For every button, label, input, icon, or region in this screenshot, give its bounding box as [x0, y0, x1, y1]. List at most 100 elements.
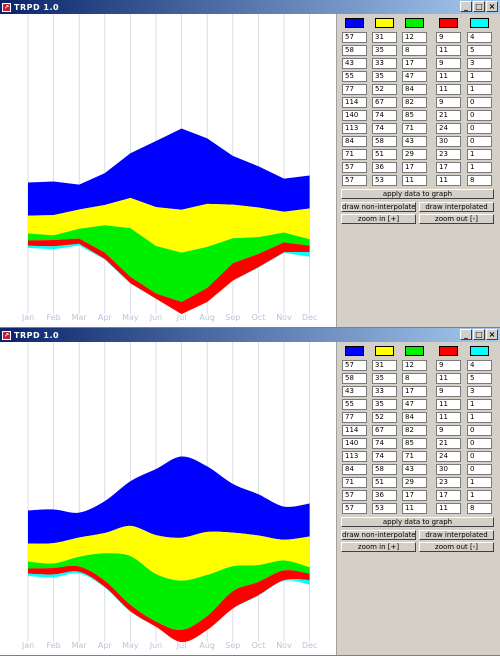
data-input-cell[interactable]: 0 [467, 425, 492, 436]
data-input-cell[interactable]: 35 [372, 399, 397, 410]
data-input-cell[interactable]: 0 [467, 110, 492, 121]
draw-interpolated-button[interactable]: draw interpolated [419, 202, 494, 212]
series-color-swatch[interactable] [345, 346, 364, 356]
data-input-cell[interactable]: 84 [402, 84, 427, 95]
apply-data-button[interactable]: apply data to graph [341, 517, 494, 527]
data-input-cell[interactable]: 9 [436, 58, 461, 69]
data-input-cell[interactable]: 31 [372, 360, 397, 371]
data-input-cell[interactable]: 36 [372, 162, 397, 173]
minimize-icon[interactable]: _ [460, 329, 472, 340]
data-input-cell[interactable]: 30 [436, 464, 461, 475]
data-input-cell[interactable]: 1 [467, 477, 492, 488]
title-bar[interactable]: ↗ TRPD 1.0 _ □ × [0, 328, 500, 342]
data-input-cell[interactable]: 51 [372, 149, 397, 160]
data-input-cell[interactable]: 24 [436, 451, 461, 462]
maximize-icon[interactable]: □ [473, 329, 485, 340]
data-input-cell[interactable]: 35 [372, 71, 397, 82]
data-input-cell[interactable]: 21 [436, 110, 461, 121]
data-input-cell[interactable]: 8 [402, 45, 427, 56]
data-input-cell[interactable]: 11 [436, 503, 461, 514]
data-input-cell[interactable]: 8 [467, 175, 492, 186]
data-input-cell[interactable]: 17 [402, 58, 427, 69]
data-input-cell[interactable]: 67 [372, 425, 397, 436]
series-color-swatch[interactable] [375, 346, 394, 356]
data-input-cell[interactable]: 23 [436, 477, 461, 488]
data-input-cell[interactable]: 71 [342, 477, 367, 488]
data-input-cell[interactable]: 17 [436, 162, 461, 173]
data-input-cell[interactable]: 4 [467, 360, 492, 371]
data-input-cell[interactable]: 36 [372, 490, 397, 501]
data-input-cell[interactable]: 11 [436, 71, 461, 82]
data-input-cell[interactable]: 43 [402, 136, 427, 147]
data-input-cell[interactable]: 43 [342, 386, 367, 397]
data-input-cell[interactable]: 51 [372, 477, 397, 488]
data-input-cell[interactable]: 67 [372, 97, 397, 108]
series-color-swatch[interactable] [439, 18, 458, 28]
data-input-cell[interactable]: 52 [372, 412, 397, 423]
series-color-swatch[interactable] [345, 18, 364, 28]
minimize-icon[interactable]: _ [460, 1, 472, 12]
data-input-cell[interactable]: 53 [372, 175, 397, 186]
data-input-cell[interactable]: 17 [402, 386, 427, 397]
data-input-cell[interactable]: 17 [436, 490, 461, 501]
data-input-cell[interactable]: 35 [372, 45, 397, 56]
apply-data-button[interactable]: apply data to graph [341, 189, 494, 199]
data-input-cell[interactable]: 33 [372, 386, 397, 397]
data-input-cell[interactable]: 11 [402, 503, 427, 514]
data-input-cell[interactable]: 1 [467, 71, 492, 82]
data-input-cell[interactable]: 0 [467, 136, 492, 147]
data-input-cell[interactable]: 33 [372, 58, 397, 69]
data-input-cell[interactable]: 11 [436, 45, 461, 56]
data-input-cell[interactable]: 58 [342, 45, 367, 56]
data-input-cell[interactable]: 74 [372, 123, 397, 134]
data-input-cell[interactable]: 17 [402, 162, 427, 173]
zoom-in-button[interactable]: zoom in [+] [341, 214, 416, 224]
draw-non-interpolated-button[interactable]: draw non-interpolated [341, 530, 416, 540]
maximize-icon[interactable]: □ [473, 1, 485, 12]
data-input-cell[interactable]: 9 [436, 425, 461, 436]
data-input-cell[interactable]: 0 [467, 451, 492, 462]
data-input-cell[interactable]: 24 [436, 123, 461, 134]
data-input-cell[interactable]: 55 [342, 71, 367, 82]
data-input-cell[interactable]: 57 [342, 503, 367, 514]
data-input-cell[interactable]: 8 [467, 503, 492, 514]
data-input-cell[interactable]: 82 [402, 425, 427, 436]
data-input-cell[interactable]: 1 [467, 399, 492, 410]
data-input-cell[interactable]: 114 [342, 425, 367, 436]
data-input-cell[interactable]: 85 [402, 438, 427, 449]
data-input-cell[interactable]: 84 [342, 464, 367, 475]
series-color-swatch[interactable] [439, 346, 458, 356]
data-input-cell[interactable]: 0 [467, 464, 492, 475]
close-icon[interactable]: × [486, 329, 498, 340]
zoom-out-button[interactable]: zoom out [-] [419, 214, 494, 224]
draw-interpolated-button[interactable]: draw interpolated [419, 530, 494, 540]
series-color-swatch[interactable] [470, 346, 489, 356]
data-input-cell[interactable]: 30 [436, 136, 461, 147]
data-input-cell[interactable]: 58 [372, 464, 397, 475]
data-input-cell[interactable]: 84 [342, 136, 367, 147]
data-input-cell[interactable]: 47 [402, 71, 427, 82]
data-input-cell[interactable]: 57 [342, 360, 367, 371]
data-input-cell[interactable]: 140 [342, 110, 367, 121]
data-input-cell[interactable]: 113 [342, 451, 367, 462]
data-input-cell[interactable]: 11 [436, 399, 461, 410]
data-input-cell[interactable]: 9 [436, 386, 461, 397]
data-input-cell[interactable]: 11 [436, 412, 461, 423]
data-input-cell[interactable]: 58 [372, 136, 397, 147]
data-input-cell[interactable]: 47 [402, 399, 427, 410]
data-input-cell[interactable]: 1 [467, 412, 492, 423]
data-input-cell[interactable]: 74 [372, 451, 397, 462]
data-input-cell[interactable]: 57 [342, 490, 367, 501]
data-input-cell[interactable]: 58 [342, 373, 367, 384]
zoom-in-button[interactable]: zoom in [+] [341, 542, 416, 552]
data-input-cell[interactable]: 11 [436, 373, 461, 384]
data-input-cell[interactable]: 114 [342, 97, 367, 108]
data-input-cell[interactable]: 31 [372, 32, 397, 43]
series-color-swatch[interactable] [405, 346, 424, 356]
data-input-cell[interactable]: 5 [467, 373, 492, 384]
series-color-swatch[interactable] [405, 18, 424, 28]
data-input-cell[interactable]: 11 [436, 84, 461, 95]
series-color-swatch[interactable] [375, 18, 394, 28]
data-input-cell[interactable]: 43 [342, 58, 367, 69]
draw-non-interpolated-button[interactable]: draw non-interpolated [341, 202, 416, 212]
